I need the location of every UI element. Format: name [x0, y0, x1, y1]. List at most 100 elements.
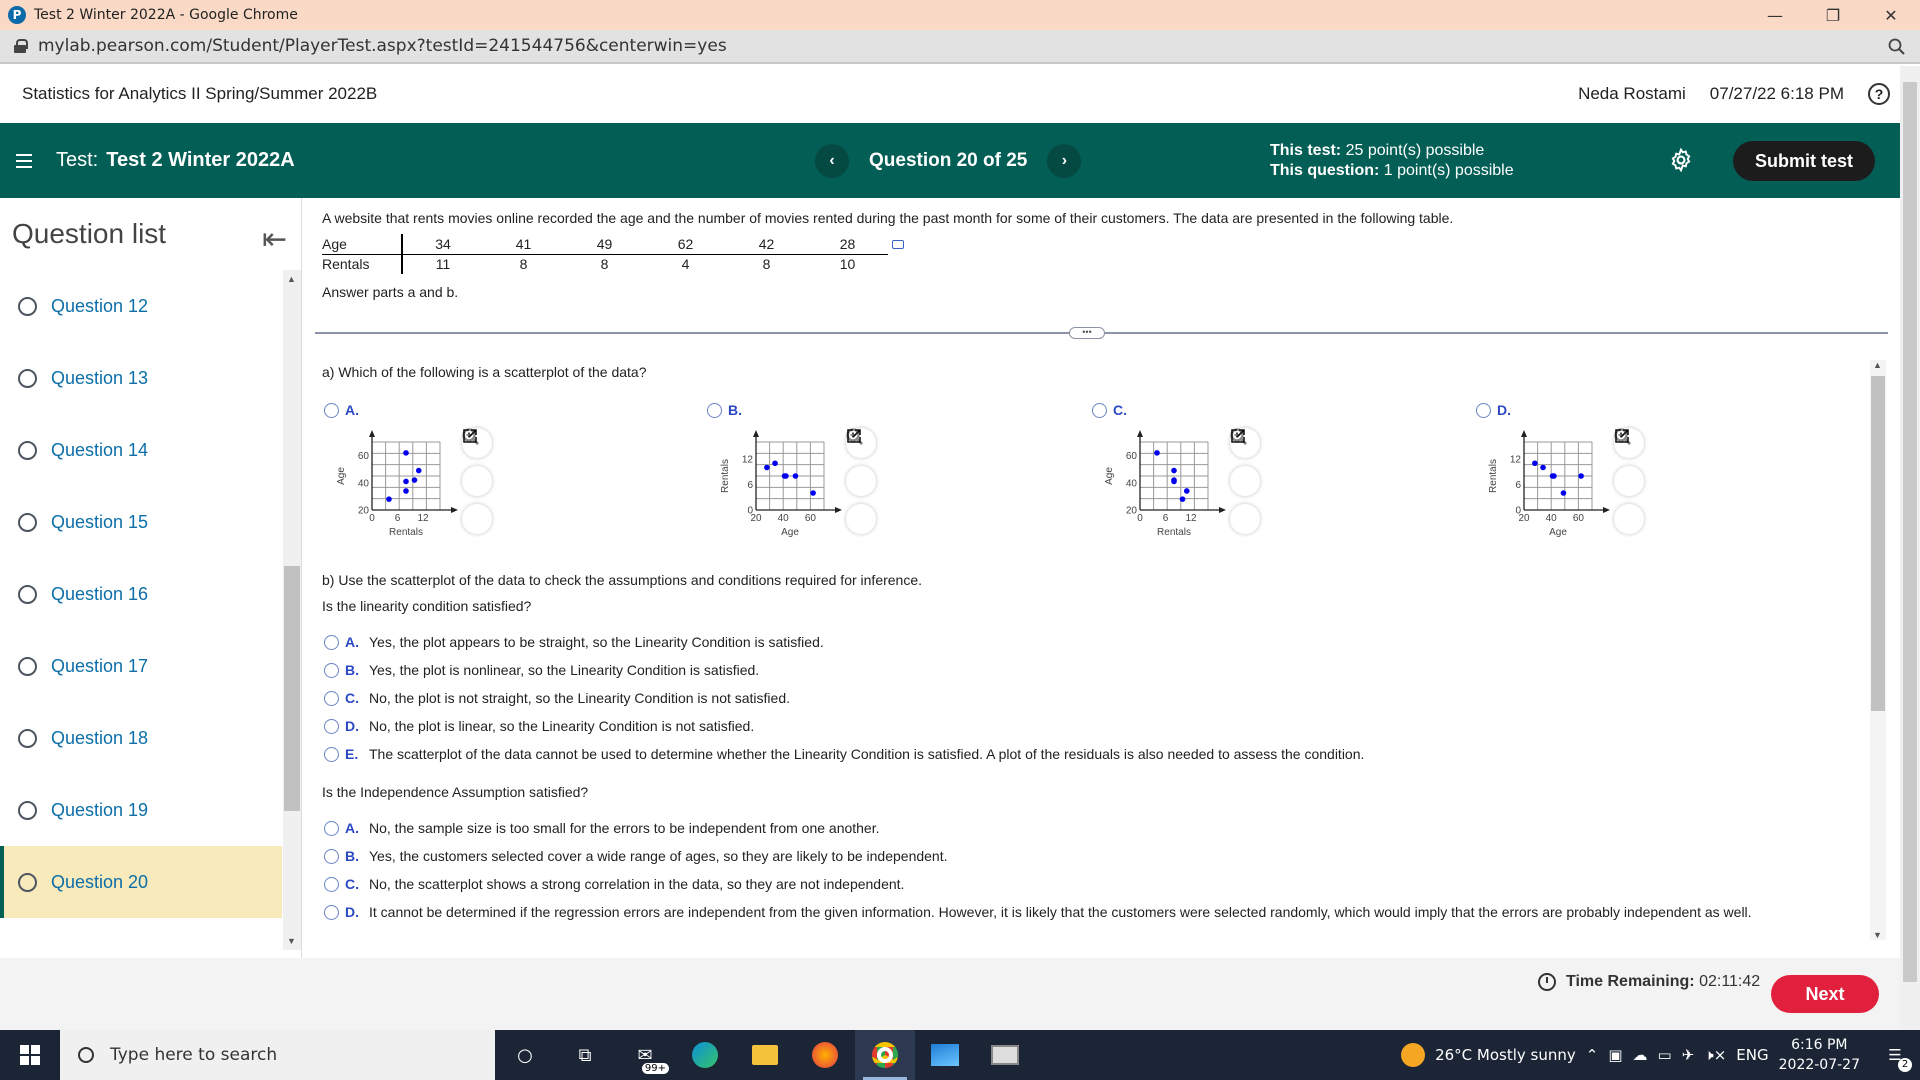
radio-button[interactable] — [324, 876, 339, 892]
radio-button[interactable] — [324, 904, 339, 920]
radio-button[interactable] — [707, 402, 722, 418]
sidebar-item-question-12[interactable]: Question 12 — [0, 270, 282, 342]
scatterplot-d[interactable]: 20 40 60 0 6 12 Age Rentals — [1474, 428, 1644, 543]
linearity-choice-e[interactable]: E. The scatterplot of the data cannot be … — [324, 746, 1364, 762]
copy-table-icon[interactable] — [892, 240, 904, 249]
independence-choice-b[interactable]: B. Yes, the customers selected cover a wi… — [324, 848, 948, 864]
menu-icon[interactable] — [16, 153, 32, 168]
weather-icon[interactable] — [1401, 1043, 1426, 1067]
plot-option-b[interactable]: B. — [707, 402, 742, 418]
independence-choice-c[interactable]: C. No, the scatterplot shows a strong cor… — [324, 876, 904, 892]
scatterplot-a[interactable]: 0 6 12 20 40 60 Rentals Age — [322, 428, 492, 543]
file-explorer-icon[interactable] — [735, 1030, 795, 1080]
zoom-out-icon[interactable] — [462, 428, 492, 496]
question-position[interactable]: Question 20 of 25 — [869, 150, 1027, 172]
radio-button[interactable] — [324, 820, 339, 836]
plot-option-d[interactable]: D. — [1476, 402, 1511, 418]
linearity-choice-b[interactable]: B. Yes, the plot is nonlinear, so the Lin… — [324, 662, 759, 678]
independence-choice-a[interactable]: A. No, the sample size is too small for t… — [324, 820, 880, 836]
notifications-icon[interactable]: ☰ 2 — [1870, 1046, 1920, 1072]
taskbar-clock[interactable]: 6:16 PM 2022-07-27 — [1779, 1035, 1860, 1075]
submit-test-button[interactable]: Submit test — [1733, 141, 1875, 181]
sidebar-item-question-15[interactable]: Question 15 — [0, 486, 282, 558]
radio-button[interactable] — [1476, 402, 1491, 418]
open-new-window-icon[interactable] — [462, 429, 492, 534]
zoom-out-icon[interactable] — [846, 428, 876, 496]
scroll-up-arrow-icon[interactable]: ▲ — [1873, 360, 1882, 370]
cortana-icon[interactable]: ○ — [495, 1030, 555, 1080]
settings-gear-icon[interactable] — [1668, 147, 1694, 173]
taskbar-search[interactable]: Type here to search — [60, 1030, 495, 1080]
help-icon[interactable]: ? — [1868, 83, 1890, 105]
pane-resize-handle[interactable]: ••• — [1069, 327, 1105, 339]
scroll-down-arrow-icon[interactable]: ▼ — [287, 936, 296, 946]
scatterplot-b[interactable]: 20 40 60 0 6 12 Age Rentals — [706, 428, 876, 543]
sidebar-item-question-16[interactable]: Question 16 — [0, 558, 282, 630]
task-view-icon[interactable]: ⧉ — [555, 1030, 615, 1080]
close-button[interactable]: ✕ — [1868, 0, 1914, 30]
radio-button[interactable] — [324, 662, 339, 678]
open-new-window-icon[interactable] — [846, 429, 876, 534]
open-new-window-icon[interactable] — [1614, 429, 1644, 534]
radio-button[interactable] — [324, 718, 339, 734]
edge-icon[interactable] — [675, 1030, 735, 1080]
battery-icon[interactable]: ▭ — [1658, 1046, 1672, 1064]
onedrive-icon[interactable]: ☁ — [1633, 1046, 1648, 1064]
weather-text[interactable]: 26°C Mostly sunny — [1435, 1046, 1576, 1064]
sidebar-scrollbar[interactable]: ▲ ▼ — [283, 270, 301, 950]
language-indicator[interactable]: ENG — [1736, 1046, 1768, 1064]
radio-button[interactable] — [324, 848, 339, 864]
photos-icon[interactable] — [915, 1030, 975, 1080]
zoom-magnifier-icon[interactable] — [1888, 38, 1906, 56]
mail-icon[interactable]: ✉ 99+ — [615, 1030, 675, 1080]
sidebar-item-question-14[interactable]: Question 14 — [0, 414, 282, 486]
firefox-icon[interactable] — [795, 1030, 855, 1080]
radio-button[interactable] — [324, 690, 339, 706]
chrome-icon[interactable] — [855, 1030, 915, 1080]
scroll-down-arrow-icon[interactable]: ▼ — [1873, 930, 1882, 940]
sidebar-item-question-13[interactable]: Question 13 — [0, 342, 282, 414]
url-text[interactable]: mylab.pearson.com/Student/PlayerTest.asp… — [38, 36, 727, 56]
sidebar-item-question-17[interactable]: Question 17 — [0, 630, 282, 702]
radio-button[interactable] — [324, 634, 339, 650]
previous-question-button[interactable]: ‹ — [815, 143, 849, 178]
minimize-button[interactable]: — — [1752, 0, 1798, 30]
scroll-up-arrow-icon[interactable]: ▲ — [287, 274, 296, 284]
zoom-out-icon[interactable] — [1614, 428, 1644, 496]
linearity-choice-d[interactable]: D. No, the plot is linear, so the Lineari… — [324, 718, 754, 734]
time-remaining-value: 02:11:42 — [1699, 973, 1761, 990]
volume-muted-icon[interactable]: 🕨× — [1704, 1046, 1726, 1064]
radio-button[interactable] — [324, 402, 339, 418]
sidebar-item-question-18[interactable]: Question 18 — [0, 702, 282, 774]
sidebar-scroll-thumb[interactable] — [284, 566, 300, 811]
radio-button[interactable] — [324, 746, 339, 762]
radio-button[interactable] — [1092, 402, 1107, 418]
choice-letter: B. — [345, 662, 359, 678]
answer-pane-scroll-thumb[interactable] — [1871, 376, 1885, 711]
restore-button[interactable]: ❐ — [1810, 0, 1856, 30]
linearity-choice-a[interactable]: A. Yes, the plot appears to be straight, … — [324, 634, 824, 650]
plot-option-c[interactable]: C. — [1092, 402, 1127, 418]
page-scroll-thumb[interactable] — [1903, 82, 1917, 982]
page-scrollbar[interactable] — [1900, 66, 1920, 1030]
start-button[interactable] — [0, 1030, 60, 1080]
answer-pane-scrollbar[interactable]: ▲ ▼ — [1870, 360, 1886, 940]
address-bar[interactable]: mylab.pearson.com/Student/PlayerTest.asp… — [0, 30, 1920, 64]
meet-now-icon[interactable]: ▣ — [1608, 1046, 1622, 1064]
plot-option-a[interactable]: A. — [324, 402, 359, 418]
user-name[interactable]: Neda Rostami — [1578, 84, 1686, 104]
app-icon[interactable] — [975, 1030, 1035, 1080]
scatterplot-c[interactable]: 0 6 12 20 40 60 Rentals Age — [1090, 428, 1260, 543]
collapse-sidebar-icon[interactable]: ⇤ — [262, 222, 287, 257]
independence-choice-d[interactable]: D. It cannot be determined if the regress… — [324, 904, 1752, 920]
next-question-button[interactable]: › — [1047, 143, 1082, 178]
zoom-out-icon[interactable] — [1230, 428, 1260, 496]
show-hidden-icons-icon[interactable]: ⌃ — [1586, 1046, 1599, 1064]
airplane-mode-icon[interactable]: ✈ — [1682, 1046, 1695, 1064]
sidebar-item-question-20[interactable]: Question 20 — [0, 846, 282, 918]
option-letter: A. — [345, 402, 359, 418]
next-button[interactable]: Next — [1771, 975, 1879, 1013]
sidebar-item-question-19[interactable]: Question 19 — [0, 774, 282, 846]
open-new-window-icon[interactable] — [1230, 429, 1260, 534]
linearity-choice-c[interactable]: C. No, the plot is not straight, so the L… — [324, 690, 790, 706]
